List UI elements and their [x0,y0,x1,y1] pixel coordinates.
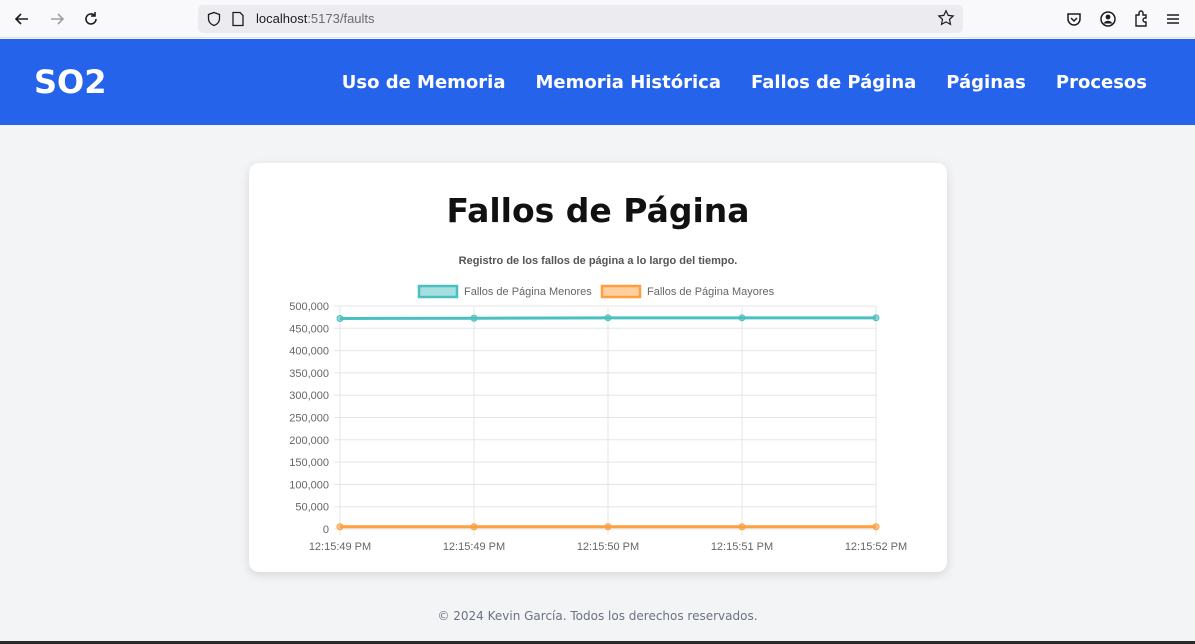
x-tick-label: 12:15:50 PM [577,541,639,553]
data-point-1-3 [738,523,746,531]
legend-label-1: Fallos de Página Mayores [647,286,775,298]
x-tick-label: 12:15:49 PM [309,541,371,553]
page-icon[interactable] [231,11,245,31]
main-nav: Uso de Memoria Memoria Histórica Fallos … [342,72,1147,94]
menu-icon[interactable] [1163,9,1183,29]
address-bar[interactable]: localhost:5173/faults [198,5,963,33]
account-icon[interactable] [1098,9,1118,29]
y-tick-label: 450,000 [289,323,329,335]
star-icon[interactable] [937,9,955,31]
nav-link-procesos[interactable]: Procesos [1056,72,1147,94]
data-point-1-4 [872,523,880,531]
forward-arrow-icon[interactable] [47,9,67,29]
pocket-icon[interactable] [1064,9,1084,29]
page-faults-chart: Registro de los fallos de página a lo la… [289,255,907,553]
footer-text: © 2024 Kevin García. Todos los derechos … [437,609,758,623]
y-tick-label: 100,000 [289,479,329,491]
data-point-1-0 [336,523,344,531]
legend-label-0: Fallos de Página Menores [464,286,592,298]
y-tick-label: 200,000 [289,435,329,447]
nav-link-memoria-historica[interactable]: Memoria Histórica [536,72,721,94]
chart-title: Registro de los fallos de página a lo la… [459,255,738,267]
x-tick-label: 12:15:52 PM [845,541,907,553]
data-point-1-2 [604,523,612,531]
y-tick-label: 250,000 [289,413,329,425]
extensions-icon[interactable] [1131,9,1151,29]
nav-link-uso-memoria[interactable]: Uso de Memoria [342,72,506,94]
y-tick-label: 400,000 [289,346,329,358]
nav-link-paginas[interactable]: Páginas [946,72,1026,94]
data-point-1-1 [470,523,478,531]
brand-logo[interactable]: SO2 [34,65,107,99]
app-header: SO2 Uso de Memoria Memoria Histórica Fal… [0,39,1195,125]
back-arrow-icon[interactable] [12,9,32,29]
y-tick-label: 0 [323,524,329,536]
y-tick-label: 50,000 [295,502,329,514]
data-point-0-3 [738,314,746,322]
browser-toolbar: localhost:5173/faults [0,0,1195,38]
data-point-0-4 [872,314,880,322]
y-tick-label: 150,000 [289,457,329,469]
y-tick-label: 500,000 [289,301,329,313]
url-text[interactable]: localhost:5173/faults [256,10,375,28]
legend-swatch-0 [417,284,459,299]
data-point-0-2 [604,314,612,322]
data-point-0-0 [336,314,344,322]
chart-card: Fallos de Página Registro de los fallos … [249,163,947,572]
reload-icon[interactable] [81,9,101,29]
data-point-0-1 [470,314,478,322]
x-tick-label: 12:15:51 PM [711,541,773,553]
legend-swatch-1 [600,284,642,299]
y-tick-label: 300,000 [289,390,329,402]
nav-link-fallos-pagina[interactable]: Fallos de Página [751,72,916,94]
x-tick-label: 12:15:49 PM [443,541,505,553]
shield-icon[interactable] [206,11,222,31]
y-tick-label: 350,000 [289,368,329,380]
